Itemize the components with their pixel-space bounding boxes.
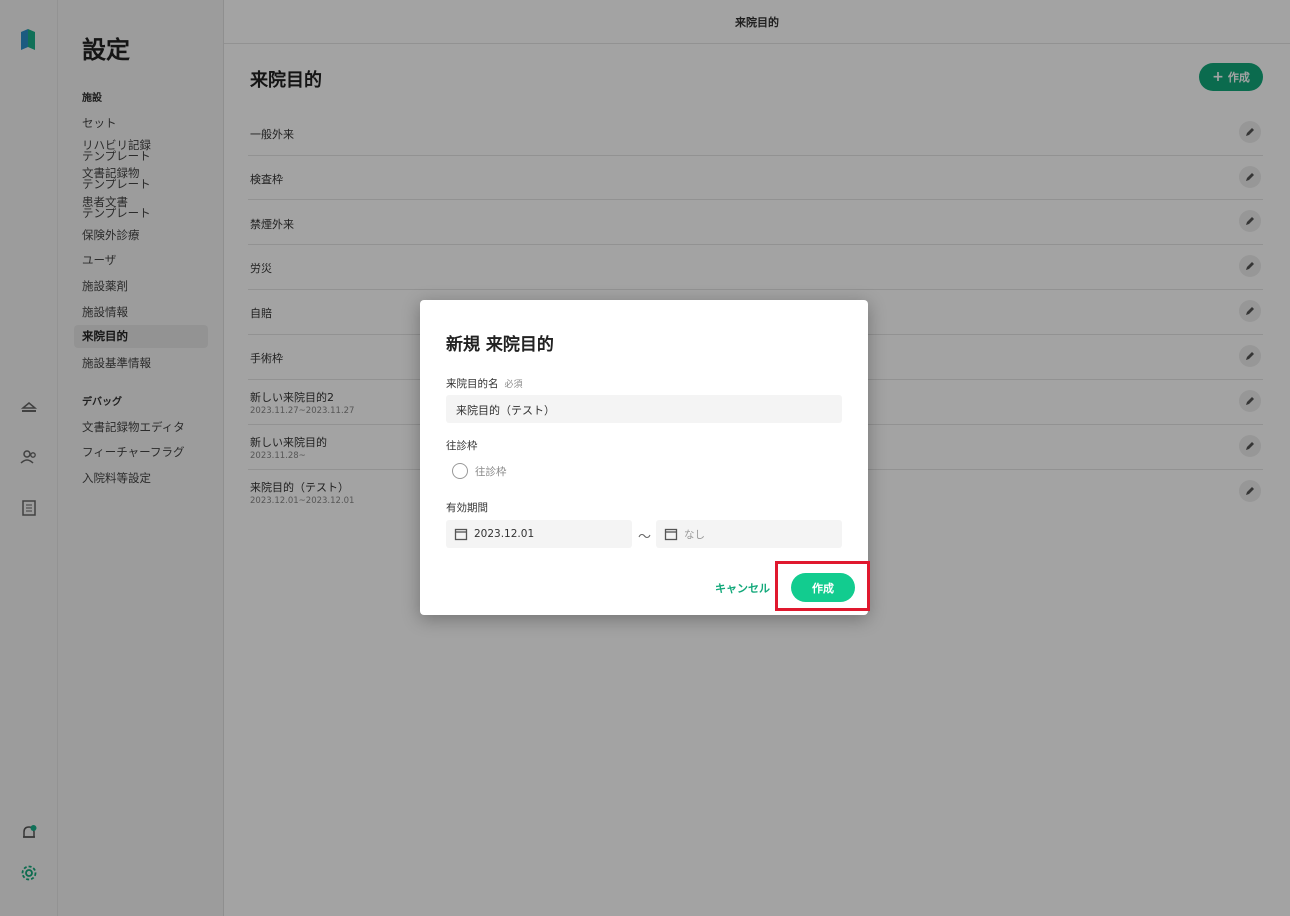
dialog-title: 新規 来院目的 <box>446 335 554 355</box>
start-date-field[interactable]: 2023.12.01 <box>446 520 632 548</box>
name-input[interactable]: 来院目的（テスト） <box>446 395 842 423</box>
start-date-value: 2023.12.01 <box>474 528 535 540</box>
calendar-icon <box>664 528 678 541</box>
name-label-text: 来院目的名 <box>446 378 499 390</box>
required-badge: 必須 <box>504 380 523 390</box>
name-label: 来院目的名 必須 <box>446 376 523 391</box>
date-separator: 〜 <box>638 530 652 545</box>
highlight-box <box>775 561 870 611</box>
period-label: 有効期間 <box>446 502 488 514</box>
house-call-option-label[interactable]: 往診枠 <box>475 464 507 479</box>
house-call-radio[interactable] <box>452 463 468 479</box>
calendar-icon <box>454 528 468 541</box>
end-date-placeholder: なし <box>684 528 705 541</box>
cancel-button[interactable]: キャンセル <box>715 580 770 596</box>
house-call-label: 往診枠 <box>446 440 478 452</box>
end-date-field[interactable]: なし <box>656 520 842 548</box>
